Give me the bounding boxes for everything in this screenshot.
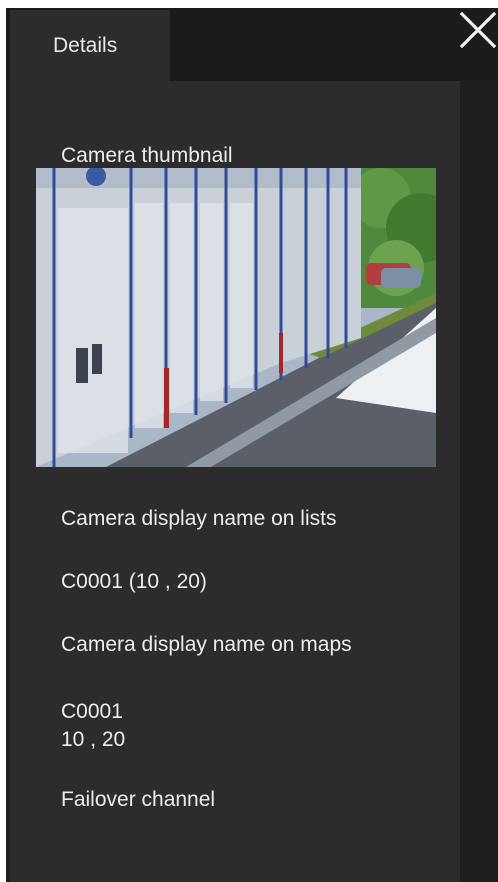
- close-icon: [459, 11, 497, 49]
- camera-thumbnail-image: [36, 168, 436, 467]
- list-name-value: C0001 (10 , 20): [61, 570, 207, 593]
- map-name-label: Camera display name on maps: [61, 633, 352, 656]
- camera-thumbnail-scene: [36, 168, 436, 467]
- tab-details[interactable]: Details: [10, 10, 170, 81]
- close-button[interactable]: [458, 10, 498, 50]
- panel-side-strip: [460, 81, 498, 882]
- camera-thumbnail-label: Camera thumbnail: [61, 144, 233, 167]
- map-name-value-line1: C0001: [61, 700, 123, 723]
- list-name-label: Camera display name on lists: [61, 507, 337, 530]
- failover-channel-label: Failover channel: [61, 788, 216, 811]
- details-window: Details Camera thumbnail Camera display …: [0, 0, 498, 882]
- map-name-value-line2: 10 , 20: [61, 728, 126, 751]
- tab-details-label: Details: [53, 34, 118, 57]
